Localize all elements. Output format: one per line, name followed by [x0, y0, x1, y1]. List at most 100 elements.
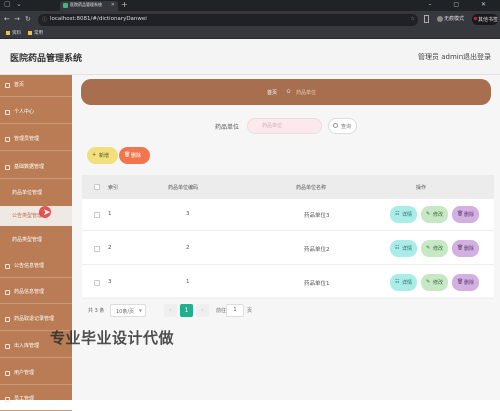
- bookmarks-folder-icon: [474, 17, 477, 20]
- sidebar-item-drugs[interactable]: 药品信息管理: [0, 282, 72, 304]
- trash-icon: 🗑: [457, 211, 464, 217]
- bookmark-item[interactable]: 常用: [28, 30, 43, 36]
- row-checkbox[interactable]: [94, 280, 100, 286]
- edit-icon: ✎: [426, 245, 431, 251]
- site-info-icon[interactable]: ⓘ: [42, 16, 47, 23]
- sidebar-item-users[interactable]: 用户管理: [0, 363, 72, 385]
- address-bar[interactable]: ⓘ localhost:8081/#/dictionaryDanwei ☆: [38, 14, 418, 26]
- forward-icon[interactable]: →: [14, 15, 20, 23]
- detail-button[interactable]: ☷ 详情: [390, 240, 417, 257]
- prev-page-button[interactable]: ‹: [164, 304, 177, 317]
- new-tab-icon[interactable]: +: [121, 0, 128, 9]
- detail-button[interactable]: ☷ 详情: [390, 206, 417, 223]
- sidebar-item-admins[interactable]: 管理员管理: [0, 129, 72, 151]
- detail-icon: ☷: [395, 279, 400, 285]
- cell-code: 2: [186, 245, 190, 251]
- other-bookmarks-label: 其他书签: [478, 17, 499, 23]
- breadcrumb-home[interactable]: 首页: [267, 89, 277, 96]
- cell-index: 2: [108, 245, 112, 251]
- sidebar-item-staff[interactable]: 员工管理: [0, 389, 72, 411]
- tab-search-icon[interactable]: ⌄: [16, 0, 22, 8]
- sidebar-subitem-drug-type[interactable]: 药品类型管理: [0, 230, 72, 250]
- record-icon: [5, 317, 10, 322]
- column-header-actions: 操作: [416, 185, 427, 191]
- search-button-label: 查询: [341, 124, 352, 130]
- chevron-down-icon: ▼: [138, 308, 142, 313]
- row-checkbox[interactable]: [94, 212, 100, 218]
- table-row: 3 1 药品单位1 ☷ 详情 ✎ 修改 🗑 删除: [82, 267, 494, 299]
- sidebar-item-home[interactable]: 首页: [0, 75, 72, 97]
- window-controls[interactable]: – ▢ ✕: [428, 1, 496, 8]
- column-header-code: 药品单位编码: [168, 185, 199, 191]
- sidebar-item-label: 用户管理: [14, 370, 35, 376]
- row-checkbox[interactable]: [94, 246, 100, 252]
- profile-label[interactable]: 无痕模式: [444, 15, 464, 22]
- edit-button[interactable]: ✎ 修改: [421, 240, 448, 257]
- goto-page-input[interactable]: 1: [226, 304, 244, 317]
- plus-icon: +: [92, 152, 97, 158]
- trash-icon: 🗑: [124, 152, 131, 158]
- delete-button-label: 删除: [131, 153, 142, 159]
- batch-delete-button[interactable]: 🗑 删除: [119, 147, 150, 164]
- url-text: localhost:8081/#/dictionaryDanwei: [50, 16, 147, 22]
- sidebar-item-label: 公告信息管理: [14, 263, 45, 269]
- current-user-label: 管理员 admin: [418, 53, 464, 61]
- column-header-name: 药品单位名称: [296, 185, 327, 191]
- next-page-button[interactable]: ›: [196, 304, 209, 317]
- other-bookmarks-button[interactable]: 其他书签: [472, 14, 498, 25]
- add-button[interactable]: + 新增: [87, 147, 118, 164]
- browser-tab-title: 医院药品管理系统: [70, 2, 102, 7]
- notice-icon: [5, 264, 10, 269]
- folder-icon: [6, 31, 10, 35]
- page-number-current[interactable]: 1: [180, 304, 193, 317]
- bookmark-item[interactable]: 资料: [6, 30, 21, 36]
- delete-button[interactable]: 🗑 删除: [452, 274, 479, 291]
- window-menu-icon[interactable]: ▢: [4, 0, 11, 8]
- sidebar-item-label: 首页: [14, 82, 25, 88]
- goto-page-suffix: 页: [247, 308, 253, 314]
- detail-button[interactable]: ☷ 详情: [390, 274, 417, 291]
- sidebar-subitem-label: 药品单位管理: [12, 190, 43, 196]
- home-icon: [5, 83, 10, 88]
- incognito-icon[interactable]: [437, 16, 443, 22]
- delete-button[interactable]: 🗑 删除: [452, 206, 479, 223]
- sidebar-item-label: 基础数据管理: [14, 164, 45, 170]
- browser-tab[interactable]: 医院药品管理系统 ✕: [60, 1, 118, 11]
- edit-icon: ✎: [426, 211, 431, 217]
- page-size-select[interactable]: 10条/页 ▼: [110, 304, 146, 317]
- data-table: 索引 药品单位编码 药品单位名称 操作 1 3 药品单位3 ☷ 详情 ✎ 修改 🗑 删…: [82, 175, 494, 299]
- browser-toolbar: ← → ↻ ⓘ localhost:8081/#/dictionaryDanwe…: [0, 11, 500, 29]
- back-icon[interactable]: ←: [4, 15, 10, 23]
- goto-label: 前往: [216, 308, 227, 314]
- search-input[interactable]: [247, 118, 322, 134]
- cell-code: 1: [186, 279, 190, 285]
- edit-button[interactable]: ✎ 修改: [421, 206, 448, 223]
- admin-icon: [5, 137, 10, 142]
- tab-close-icon[interactable]: ✕: [111, 2, 115, 8]
- sidebar-subitem-notice-type[interactable]: 公告类型管理: [0, 206, 72, 226]
- sidebar-subitem-label: 药品类型管理: [12, 237, 43, 243]
- sidebar-item-base-data[interactable]: 基础数据管理: [0, 157, 72, 179]
- bookmark-star-icon[interactable]: ☆: [411, 16, 415, 22]
- edit-button[interactable]: ✎ 修改: [421, 274, 448, 291]
- app-header: 医院药品管理系统 管理员 admin 退出登录: [0, 39, 500, 75]
- browser-tab-strip: ▢ ⌄ 医院药品管理系统 ✕ + – ▢ ✕: [0, 0, 500, 11]
- folder-icon: [28, 31, 32, 35]
- search-button[interactable]: 查询: [328, 118, 357, 134]
- pagination: 共 3 条 10条/页 ▼ ‹ 1 › 前往 1 页: [88, 304, 388, 318]
- breadcrumb-current: 药品单位: [296, 90, 317, 96]
- sidebar-subitem-drug-unit[interactable]: 药品单位管理: [0, 183, 72, 203]
- sidebar-item-notices[interactable]: 公告信息管理: [0, 256, 72, 278]
- reload-icon[interactable]: ↻: [25, 15, 31, 23]
- sidebar-subitem-label: 公告类型管理: [12, 213, 43, 219]
- select-all-checkbox[interactable]: [94, 184, 100, 190]
- sidebar-item-profile[interactable]: 个人中心: [0, 102, 72, 124]
- sidebar: 首页 个人中心 管理员管理 基础数据管理 药品单位管理 公告类型管理 药品类型管…: [0, 75, 72, 411]
- delete-button[interactable]: 🗑 删除: [452, 240, 479, 257]
- watermark-text: 专业毕业设计代做: [50, 329, 175, 347]
- sidepanel-icon[interactable]: [424, 15, 429, 23]
- column-header-index: 索引: [108, 185, 119, 191]
- trash-icon: 🗑: [457, 245, 464, 251]
- logout-link[interactable]: 退出登录: [463, 52, 491, 62]
- detail-icon: ☷: [395, 245, 400, 251]
